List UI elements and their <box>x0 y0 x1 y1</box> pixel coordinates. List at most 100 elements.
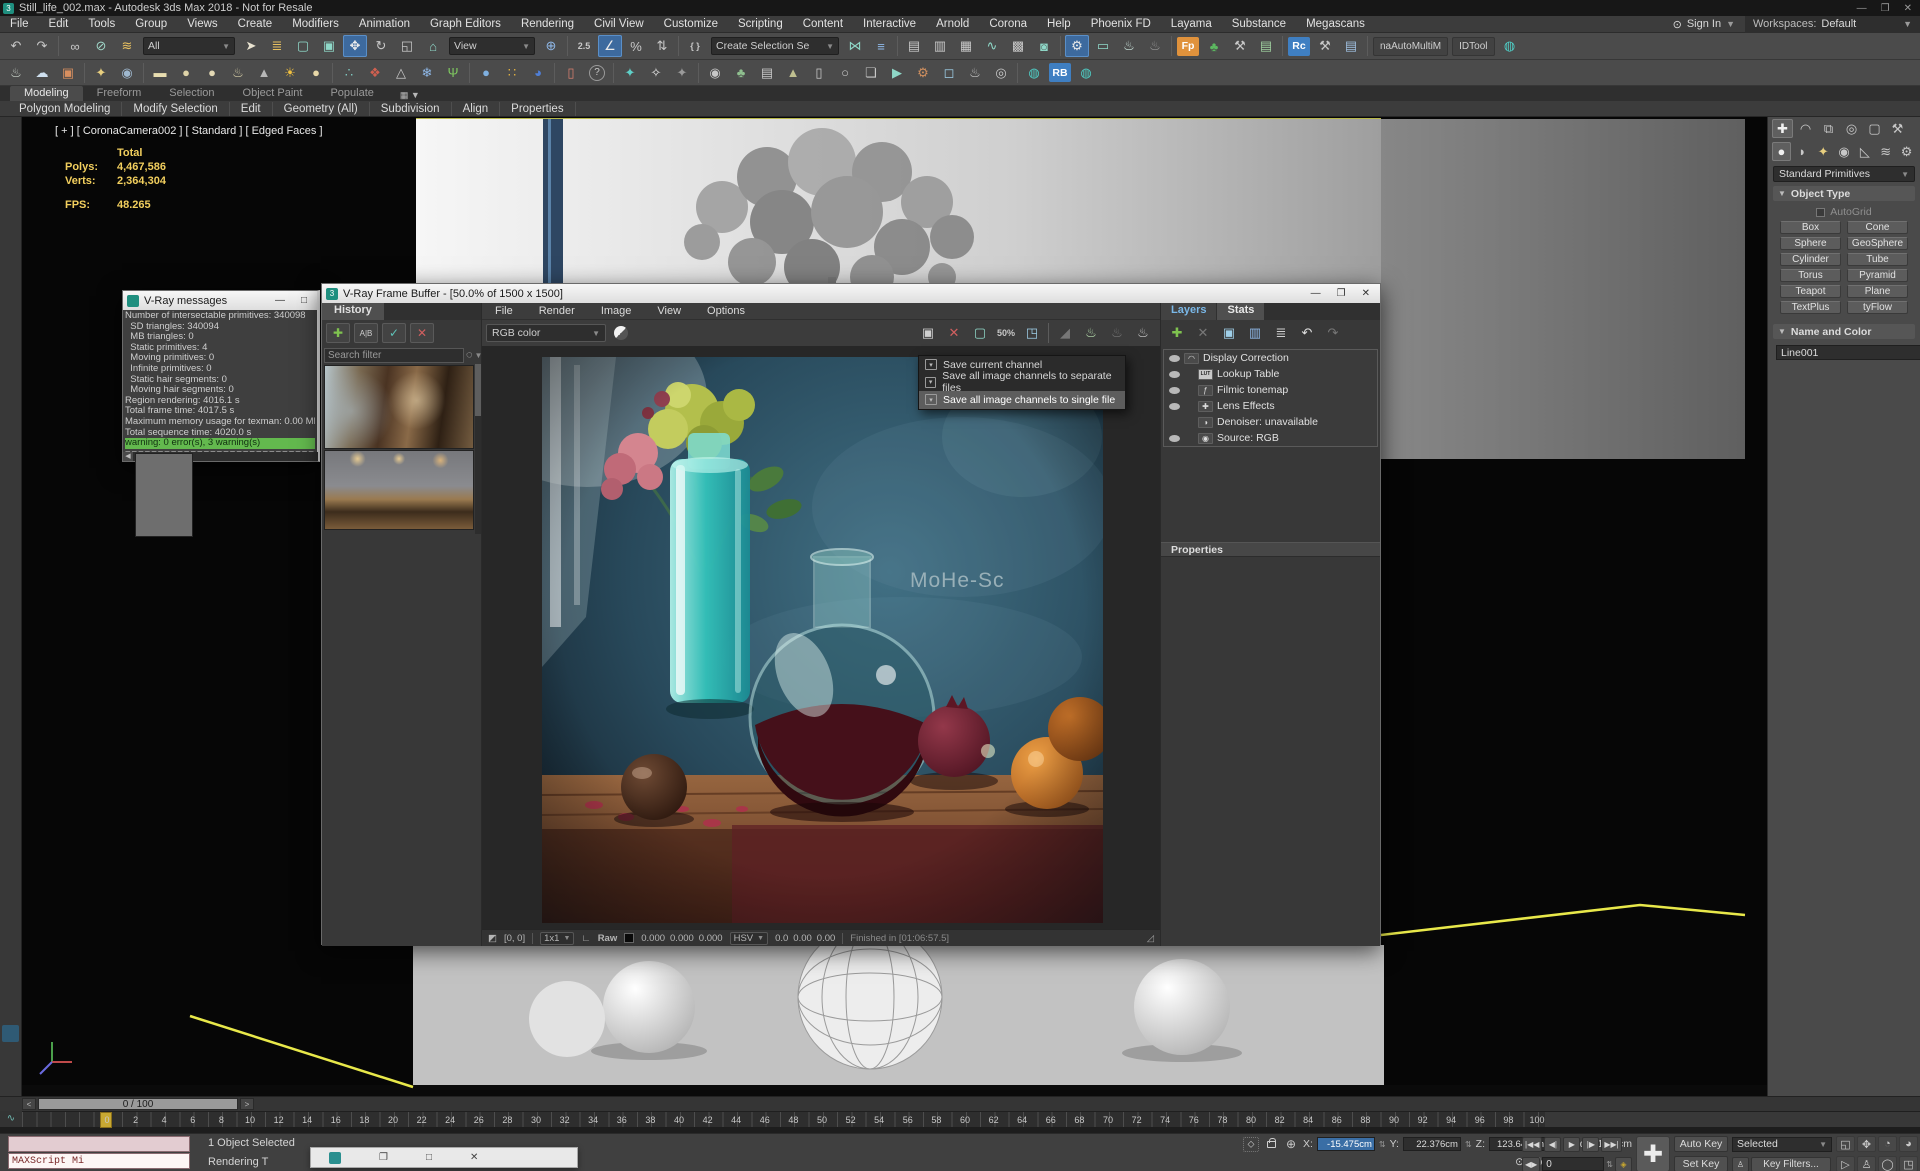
tab-layers[interactable]: Layers <box>1161 303 1216 320</box>
scene-explorer-icon[interactable]: ▤ <box>902 35 926 57</box>
history-thumbnail[interactable] <box>324 450 474 530</box>
named-selection-icon[interactable]: { } <box>683 35 707 57</box>
cone-icon[interactable]: ▲ <box>252 62 276 84</box>
x-coordinate-field[interactable]: -15.475cm <box>1317 1137 1375 1151</box>
ribbon-group-geometry-all-[interactable]: Geometry (All) <box>273 102 370 116</box>
pixel-zoom-dropdown[interactable]: 1x1▼ <box>540 932 574 945</box>
vfb-menu-options[interactable]: Options <box>694 305 758 317</box>
render-iterative-icon[interactable]: ♨ <box>1143 35 1167 57</box>
menu-arnold[interactable]: Arnold <box>926 16 979 33</box>
scroll-left-icon[interactable]: ◀ <box>123 452 133 461</box>
teapot2-icon[interactable]: ♨ <box>963 62 987 84</box>
properties-header[interactable]: Properties <box>1161 542 1380 557</box>
pan-hand-icon[interactable]: ✥ <box>1857 1136 1876 1152</box>
help-circle-icon[interactable]: ? <box>589 65 605 81</box>
primitive-button-textplus[interactable]: TextPlus <box>1780 301 1841 314</box>
context-menu-item[interactable]: ▾Save all image channels to single file <box>919 391 1125 409</box>
eye-icon[interactable] <box>1169 435 1180 442</box>
door-icon[interactable]: ▯ <box>807 62 831 84</box>
frame-display[interactable]: 0 / 100 <box>38 1098 238 1110</box>
helpers-category-icon[interactable]: ◺ <box>1855 142 1874 161</box>
systems-category-icon[interactable]: ⚙ <box>1897 142 1916 161</box>
layer-row[interactable]: ƒFilmic tonemap <box>1164 382 1377 398</box>
tab-freeform[interactable]: Freeform <box>83 86 156 101</box>
menu-graph-editors[interactable]: Graph Editors <box>420 16 511 33</box>
vfb-menu-view[interactable]: View <box>644 305 694 317</box>
forest-wrench-icon[interactable]: ⚒ <box>1228 35 1252 57</box>
visibility-cell[interactable] <box>1164 371 1184 378</box>
orbit-icon[interactable]: ◯ <box>1878 1156 1897 1171</box>
current-frame-field[interactable]: 0 <box>1542 1157 1604 1171</box>
vfb-menu-file[interactable]: File <box>482 305 526 317</box>
cameras-category-icon[interactable]: ◉ <box>1835 142 1854 161</box>
zoom-icon[interactable]: ◔ <box>1878 1136 1897 1152</box>
close-icon[interactable]: ✕ <box>1904 3 1912 14</box>
material-editor-icon[interactable]: ◙ <box>1032 35 1056 57</box>
redo-icon[interactable]: ↷ <box>30 35 54 57</box>
grass-icon[interactable]: Ψ <box>441 62 465 84</box>
ribbon-collapse-icon[interactable]: ▦ ▼ <box>394 90 426 101</box>
close-icon[interactable]: ✕ <box>1362 288 1370 299</box>
menu-interactive[interactable]: Interactive <box>853 16 926 33</box>
percent-snap-icon[interactable]: % <box>624 35 648 57</box>
vfb-canvas[interactable]: MoHe-Sc <box>482 346 1160 929</box>
curve-editor-icon[interactable]: ∿ <box>980 35 1004 57</box>
layer-row[interactable]: ◉Source: RGB <box>1164 430 1377 446</box>
id1-icon[interactable]: ◍ <box>1022 62 1046 84</box>
maximize-icon[interactable]: □ <box>426 1152 432 1163</box>
eye-icon[interactable] <box>1169 371 1180 378</box>
region-render-icon[interactable]: ▢ <box>968 322 992 344</box>
menu-scripting[interactable]: Scripting <box>728 16 793 33</box>
cone2-icon[interactable]: ▲ <box>781 62 805 84</box>
menu-content[interactable]: Content <box>793 16 853 33</box>
fit-frame-icon[interactable]: ◳ <box>1020 322 1044 344</box>
visibility-cell[interactable] <box>1164 403 1184 410</box>
scatter-icon[interactable]: ∴ <box>337 62 361 84</box>
ribbon-group-subdivision[interactable]: Subdivision <box>370 102 452 116</box>
ribbon-group-align[interactable]: Align <box>452 102 501 116</box>
clear-image-icon[interactable]: ✕ <box>942 322 966 344</box>
zoom-all-icon[interactable]: ◕ <box>1899 1136 1918 1152</box>
ribbon-group-edit[interactable]: Edit <box>230 102 273 116</box>
light-icon[interactable]: ✦ <box>89 62 113 84</box>
menu-substance[interactable]: Substance <box>1222 16 1296 33</box>
primitive-button-tube[interactable]: Tube <box>1847 253 1908 266</box>
scale-icon[interactable]: ◱ <box>395 35 419 57</box>
plane-icon[interactable]: ▬ <box>148 62 172 84</box>
restore-icon[interactable]: ❐ <box>379 1152 388 1163</box>
rb-button[interactable]: RB <box>1049 63 1071 82</box>
ribbon-group-polygon-modeling[interactable]: Polygon Modeling <box>8 102 122 116</box>
molecule-icon[interactable]: ❖ <box>363 62 387 84</box>
menu-tools[interactable]: Tools <box>78 16 125 33</box>
layers2-icon[interactable]: ❏ <box>859 62 883 84</box>
eye-icon[interactable] <box>1169 403 1180 410</box>
sign-in-button[interactable]: ⊙ Sign In ▼ <box>1663 18 1745 31</box>
tab-stats[interactable]: Stats <box>1217 303 1264 320</box>
selection-lock-icon[interactable] <box>1263 1137 1279 1152</box>
autogrid-checkbox[interactable]: AutoGrid <box>1768 206 1920 218</box>
history-thumbnail[interactable] <box>324 365 474 449</box>
primitive-button-box[interactable]: Box <box>1780 221 1841 234</box>
vertical-scrollbar[interactable] <box>475 364 481 534</box>
ref-coord-dropdown[interactable]: View▼ <box>449 37 535 55</box>
torus-icon[interactable]: ○ <box>833 62 857 84</box>
history-load-icon[interactable]: ✓ <box>382 323 406 343</box>
name-color-rollout[interactable]: ▼ Name and Color <box>1773 324 1915 339</box>
rendered-frame-icon[interactable]: ▭ <box>1091 35 1115 57</box>
redo-layer-icon[interactable]: ↷ <box>1321 322 1345 344</box>
geometry-category-icon[interactable]: ● <box>1772 142 1791 161</box>
menu-rendering[interactable]: Rendering <box>511 16 584 33</box>
menu-customize[interactable]: Customize <box>654 16 728 33</box>
absolute-mode-icon[interactable]: ⊕ <box>1283 1137 1299 1152</box>
menu-animation[interactable]: Animation <box>349 16 420 33</box>
crossing-select-icon[interactable]: ▣ <box>317 35 341 57</box>
history-save-icon[interactable]: ✚ <box>326 323 350 343</box>
scrollbar-thumb[interactable] <box>475 364 481 416</box>
minimize-icon[interactable]: — <box>1311 288 1321 299</box>
vray-messages-titlebar[interactable]: V-Ray messages — □ <box>123 291 317 310</box>
primitive-button-plane[interactable]: Plane <box>1847 285 1908 298</box>
trees-icon[interactable]: ♣ <box>729 62 753 84</box>
maxscript-mini-listener[interactable]: MAXScript Mi <box>8 1153 190 1169</box>
vfb-menu-image[interactable]: Image <box>588 305 645 317</box>
move-icon[interactable]: ✥ <box>343 35 367 57</box>
